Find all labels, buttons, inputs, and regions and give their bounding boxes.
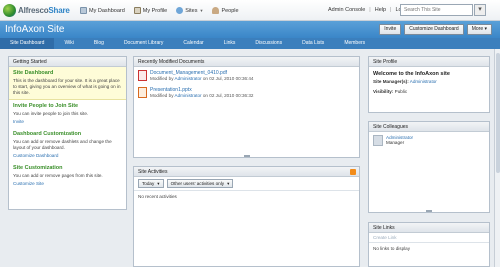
site-profile-dashlet: Site Profile Welcome to the InfoAxon sit… — [368, 56, 490, 113]
separator: | — [390, 7, 392, 13]
tab-discussions[interactable]: Discussions — [245, 38, 292, 49]
dashlet-resize-handle[interactable] — [426, 210, 432, 212]
site-links-dashlet: Site Links Create Link No links to displ… — [368, 222, 490, 267]
document-meta: Modified by Administrator on 02 Jul, 201… — [150, 93, 254, 98]
sites-menu[interactable]: Sites ▼ — [176, 7, 203, 14]
empty-message: No links to display — [373, 246, 411, 251]
gs-section-title: Dashboard Customization — [13, 131, 82, 137]
invite-button[interactable]: Invite — [379, 24, 402, 35]
modifier-link[interactable]: Administrator — [175, 76, 202, 81]
chevron-down-icon: ▾ — [157, 181, 160, 186]
dashlet-title: Recently Modified Documents — [134, 57, 359, 67]
member-item: Administrator Manager — [369, 132, 489, 149]
search-input[interactable] — [404, 7, 469, 13]
site-navigation: Site Dashboard Wiki Blog Document Librar… — [0, 38, 500, 49]
document-item: Presentation1.pptx Modified by Administr… — [134, 84, 359, 101]
search-scope-dropdown[interactable]: ▾ — [474, 4, 486, 16]
site-actions: Invite Customize Dashboard More ▾ — [379, 24, 492, 35]
tab-document-library[interactable]: Document Library — [114, 38, 173, 49]
logo-alfresco-text: Alfresco — [18, 6, 49, 15]
top-navigation: My Dashboard My Profile Sites ▼ People — [80, 7, 239, 14]
modifier-link[interactable]: Administrator — [175, 93, 202, 98]
gs-section-dashboard-customization: Dashboard Customization You can add or r… — [9, 128, 126, 158]
visibility-row: Visibility: Public — [373, 89, 408, 94]
help-link[interactable]: Help — [375, 7, 386, 13]
dashlet-title: Site Colleagues — [369, 122, 489, 132]
activity-filters: Today ▾ Other users' activities only ▾ — [134, 177, 359, 191]
customize-dashboard-button[interactable]: Customize Dashboard — [404, 24, 464, 35]
tab-wiki[interactable]: Wiki — [54, 38, 83, 49]
dashboard-icon — [80, 7, 87, 14]
my-profile-link[interactable]: My Profile — [133, 7, 167, 14]
scrollbar-thumb[interactable] — [496, 53, 500, 173]
profile-icon — [133, 7, 141, 14]
tab-site-dashboard[interactable]: Site Dashboard — [0, 38, 55, 49]
tab-links[interactable]: Links — [214, 38, 246, 49]
separator: | — [369, 7, 371, 13]
invite-link[interactable]: Invite — [13, 119, 122, 124]
site-title: InfoAxon Site — [5, 24, 65, 35]
rss-feed-icon[interactable] — [350, 169, 356, 175]
admin-console-link[interactable]: Admin Console — [328, 7, 365, 13]
tab-data-lists[interactable]: Data Lists — [292, 38, 334, 49]
gs-section-invite: Invite People to Join Site You can invit… — [9, 100, 126, 124]
dashlet-title: Site Profile — [369, 57, 489, 67]
app-header: AlfrescoShare My Dashboard My Profile Si… — [0, 0, 500, 21]
customize-dashboard-link[interactable]: Customize Dashboard — [13, 153, 122, 158]
chevron-down-icon: ▾ — [227, 181, 230, 186]
more-button[interactable]: More ▾ — [466, 24, 492, 35]
dashlet-title: Getting Started — [9, 57, 126, 67]
customize-site-link[interactable]: Customize Site — [13, 181, 122, 186]
gs-section-site-customization: Site Customization You can add or remove… — [9, 162, 126, 186]
dashlet-title: Site Links — [369, 223, 489, 233]
member-role: Manager — [386, 140, 405, 145]
avatar — [373, 135, 383, 146]
tab-blog[interactable]: Blog — [84, 38, 114, 49]
page-scrollbar[interactable] — [494, 49, 500, 267]
tab-members[interactable]: Members — [334, 38, 375, 49]
people-link[interactable]: People — [212, 7, 239, 14]
date-filter-dropdown[interactable]: Today ▾ — [138, 179, 164, 188]
recent-documents-dashlet: Recently Modified Documents Document_Man… — [133, 56, 360, 158]
pdf-file-icon — [138, 70, 147, 81]
dashlet-title: Site Activities — [134, 167, 359, 177]
gs-section-text: You can add or remove dashlets and chang… — [13, 139, 112, 150]
gs-section-title: Invite People to Join Site — [13, 103, 79, 109]
tab-calendar[interactable]: Calendar — [173, 38, 213, 49]
gs-section-title: Site Customization — [13, 165, 63, 171]
site-activities-dashlet: Site Activities Today ▾ Other users' acti… — [133, 166, 360, 267]
site-title-bar: InfoAxon Site Invite Customize Dashboard… — [0, 21, 500, 38]
gs-section-text: You can invite people to join this site. — [13, 111, 89, 116]
dashlet-resize-handle[interactable] — [243, 155, 250, 157]
site-manager-row: Site Manager(s): Administrator — [373, 79, 437, 84]
user-filter-dropdown[interactable]: Other users' activities only ▾ — [166, 179, 234, 188]
people-icon — [212, 7, 220, 14]
getting-started-dashlet: Getting Started Site Dashboard This is t… — [8, 56, 127, 210]
gs-section-title: Site Dashboard — [13, 70, 54, 76]
create-link-button[interactable]: Create Link — [369, 233, 489, 243]
alfresco-share-logo[interactable]: AlfrescoShare — [3, 4, 70, 17]
sites-globe-icon — [176, 7, 184, 14]
document-meta: Modified by Administrator on 02 Jul, 201… — [150, 76, 254, 81]
welcome-heading: Welcome to the InfoAxon site — [373, 71, 450, 77]
gs-section-text: This is the dashboard for your site. It … — [13, 78, 121, 95]
document-item: Document_Management_0410.pdf Modified by… — [134, 67, 359, 84]
gs-section-text: You can add or remove pages from this si… — [13, 173, 103, 178]
search-box — [400, 4, 473, 16]
manager-link[interactable]: Administrator — [410, 79, 437, 84]
my-dashboard-link[interactable]: My Dashboard — [80, 7, 125, 14]
logo-share-text: Share — [48, 6, 70, 15]
pptx-file-icon — [138, 87, 147, 98]
empty-message: No recent activities — [138, 194, 177, 199]
alfresco-logo-icon — [3, 4, 16, 17]
gs-section-site-dashboard: Site Dashboard This is the dashboard for… — [9, 67, 126, 100]
chevron-down-icon: ▼ — [199, 8, 204, 13]
site-colleagues-dashlet: Site Colleagues Administrator Manager — [368, 121, 490, 213]
